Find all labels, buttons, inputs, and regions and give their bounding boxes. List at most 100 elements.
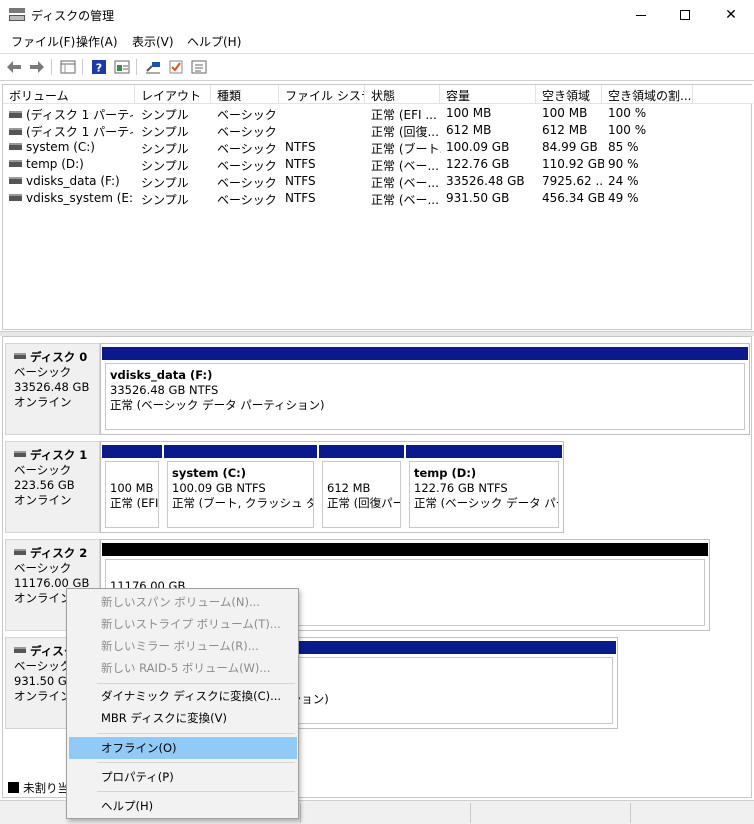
close-icon: ✕ bbox=[725, 7, 737, 23]
partition-recovery[interactable]: 612 MB 正常 (回復パー bbox=[319, 445, 404, 531]
menu-convert-mbr[interactable]: MBR ディスクに変換(V) bbox=[69, 707, 297, 729]
disk-0-label[interactable]: ディスク 0 ベーシック 33526.48 GB オンライン bbox=[5, 343, 100, 435]
table-row[interactable]: vdisks_system (E:) シンプル ベーシック NTFS 正常 (ベー...… bbox=[3, 190, 753, 207]
maximize-icon bbox=[680, 10, 690, 20]
window-title: ディスクの管理 bbox=[31, 9, 115, 23]
menu-help-item[interactable]: ヘルプ(H) bbox=[69, 795, 297, 817]
cell-text: 84.99 GB bbox=[542, 140, 598, 154]
table-row[interactable]: system (C:) シンプル ベーシック NTFS 正常 (ブート... 100.09… bbox=[3, 139, 753, 156]
table-cell: 7925.62 ... bbox=[542, 174, 604, 188]
table-row[interactable]: (ディスク 1 パーティシ... シンプル ベーシック 正常 (EFI ... 100 … bbox=[3, 105, 753, 122]
menu-new-striped-volume[interactable]: 新しいストライプ ボリューム(T)... bbox=[69, 613, 297, 635]
volume-name-cell: (ディスク 1 パーティシ... bbox=[9, 106, 133, 123]
table-cell: 24 % bbox=[608, 174, 693, 188]
cell-text: ベーシック bbox=[217, 176, 277, 190]
minimize-button[interactable] bbox=[618, 0, 664, 30]
table-cell: 100 MB bbox=[446, 106, 536, 120]
table-cell: NTFS bbox=[285, 174, 365, 188]
menu-file[interactable]: ファイル(F) bbox=[11, 33, 75, 50]
partition-temp-d[interactable]: temp (D:) 122.76 GB NTFS 正常 (ベーシック データ パ… bbox=[406, 445, 562, 531]
col-free-percent[interactable]: 空き領域の割... bbox=[602, 85, 693, 104]
partition-status: 正常 (EFI bbox=[110, 496, 159, 510]
cell-text: NTFS bbox=[285, 191, 316, 205]
menu-convert-dynamic[interactable]: ダイナミック ディスクに変換(C)... bbox=[69, 685, 297, 707]
col-volume[interactable]: ボリューム bbox=[3, 85, 135, 104]
cell-text: シンプル bbox=[141, 193, 189, 207]
menu-help[interactable]: ヘルプ(H) bbox=[187, 33, 241, 50]
help-icon[interactable]: ? bbox=[89, 58, 109, 76]
settings-list-icon[interactable] bbox=[189, 58, 209, 76]
menu-action[interactable]: 操作(A) bbox=[76, 33, 118, 50]
col-layout[interactable]: レイアウト bbox=[135, 85, 211, 104]
disk-icon bbox=[14, 646, 26, 653]
partition-status: 正常 (ブート, クラッシュ ダンプ, bbox=[172, 496, 313, 510]
close-button[interactable]: ✕ bbox=[708, 0, 754, 30]
connect-icon[interactable] bbox=[143, 58, 163, 76]
table-row[interactable]: vdisks_data (F:) シンプル ベーシック NTFS 正常 (ベー... 33… bbox=[3, 173, 753, 190]
menu-new-spanned-volume[interactable]: 新しいスパン ボリューム(N)... bbox=[69, 591, 297, 613]
disk-2-type: ベーシック bbox=[14, 561, 72, 575]
disk-management-app-icon bbox=[9, 8, 25, 22]
table-cell: NTFS bbox=[285, 157, 365, 171]
table-cell: 612 MB bbox=[542, 123, 604, 137]
volume-name-cell: (ディスク 1 パーティシ... bbox=[9, 123, 133, 140]
disk-1-label[interactable]: ディスク 1 ベーシック 223.56 GB オンライン bbox=[5, 441, 100, 533]
col-free-space[interactable]: 空き領域 bbox=[536, 85, 602, 104]
cell-text: 100 MB bbox=[542, 106, 588, 120]
menu-offline[interactable]: オフライン(O) bbox=[69, 737, 297, 759]
cell-text: system (C:) bbox=[26, 140, 95, 154]
disk-icon bbox=[14, 352, 26, 359]
partition-name: vdisks_data (F:) bbox=[110, 368, 213, 382]
table-cell: 90 % bbox=[608, 157, 693, 171]
table-cell: 612 MB bbox=[446, 123, 536, 137]
maximize-button[interactable] bbox=[662, 0, 708, 30]
partition-size: 33526.48 GB NTFS bbox=[110, 383, 219, 397]
table-row[interactable]: (ディスク 1 パーティシ... シンプル ベーシック 正常 (回復... 612 MB… bbox=[3, 122, 753, 139]
col-status[interactable]: 状態 bbox=[365, 85, 440, 104]
disk-1-partitions: 100 MB 正常 (EFI system (C:) 100.09 GB NTF… bbox=[100, 441, 564, 533]
menu-separator bbox=[97, 762, 295, 763]
check-icon[interactable] bbox=[166, 58, 186, 76]
back-arrow-icon[interactable] bbox=[4, 58, 24, 76]
menu-separator bbox=[97, 733, 295, 734]
disk-1-name: ディスク 1 bbox=[30, 448, 88, 462]
cell-text: 100 MB bbox=[446, 106, 492, 120]
partition-vdisks-data[interactable]: vdisks_data (F:) 33526.48 GB NTFS 正常 (ベー… bbox=[102, 347, 748, 433]
col-type[interactable]: 種類 bbox=[211, 85, 279, 104]
svg-text:?: ? bbox=[96, 62, 102, 75]
properties-view-icon[interactable] bbox=[112, 58, 132, 76]
table-cell: ベーシック bbox=[217, 123, 279, 140]
table-cell: 49 % bbox=[608, 191, 693, 205]
cell-text: ベーシック bbox=[217, 142, 277, 156]
cell-text: 正常 (ベー... bbox=[371, 159, 439, 173]
partition-system-c[interactable]: system (C:) 100.09 GB NTFS 正常 (ブート, クラッシ… bbox=[164, 445, 317, 531]
menu-properties[interactable]: プロパティ(P) bbox=[69, 766, 297, 788]
disk-0-size: 33526.48 GB bbox=[14, 380, 90, 394]
disk-2-name: ディスク 2 bbox=[30, 546, 88, 560]
disk-1-row: ディスク 1 ベーシック 223.56 GB オンライン 100 MB 正常 (… bbox=[3, 441, 751, 533]
forward-arrow-icon[interactable] bbox=[27, 58, 47, 76]
cell-text: ベーシック bbox=[217, 193, 277, 207]
col-capacity[interactable]: 容量 bbox=[440, 85, 536, 104]
list-view-icon[interactable] bbox=[58, 58, 78, 76]
cell-text: 100 % bbox=[608, 123, 647, 137]
cell-text: vdisks_data (F:) bbox=[26, 174, 120, 188]
table-cell: シンプル bbox=[141, 123, 211, 140]
volume-name-cell: temp (D:) bbox=[9, 157, 133, 171]
menu-new-mirrored-volume[interactable]: 新しいミラー ボリューム(R)... bbox=[69, 635, 297, 657]
partition-status: 正常 (回復パー bbox=[327, 496, 401, 510]
legend: 未割り当 bbox=[8, 780, 69, 796]
disk-1-status: オンライン bbox=[14, 493, 72, 507]
menu-separator bbox=[97, 683, 295, 684]
partition-efi[interactable]: 100 MB 正常 (EFI bbox=[102, 445, 162, 531]
volume-drive-icon bbox=[9, 111, 22, 118]
menu-view[interactable]: 表示(V) bbox=[132, 33, 174, 50]
disk-0-name: ディスク 0 bbox=[30, 350, 88, 364]
table-cell: 正常 (EFI ... bbox=[371, 106, 441, 123]
partition-bar bbox=[102, 347, 748, 360]
partition-size: 100 MB bbox=[110, 481, 154, 495]
menu-new-raid5-volume[interactable]: 新しい RAID-5 ボリューム(W)... bbox=[69, 657, 297, 679]
table-row[interactable]: temp (D:) シンプル ベーシック NTFS 正常 (ベー... 122.76 GB… bbox=[3, 156, 753, 173]
cell-text: シンプル bbox=[141, 125, 189, 139]
col-filesystem[interactable]: ファイル システム bbox=[279, 85, 365, 104]
